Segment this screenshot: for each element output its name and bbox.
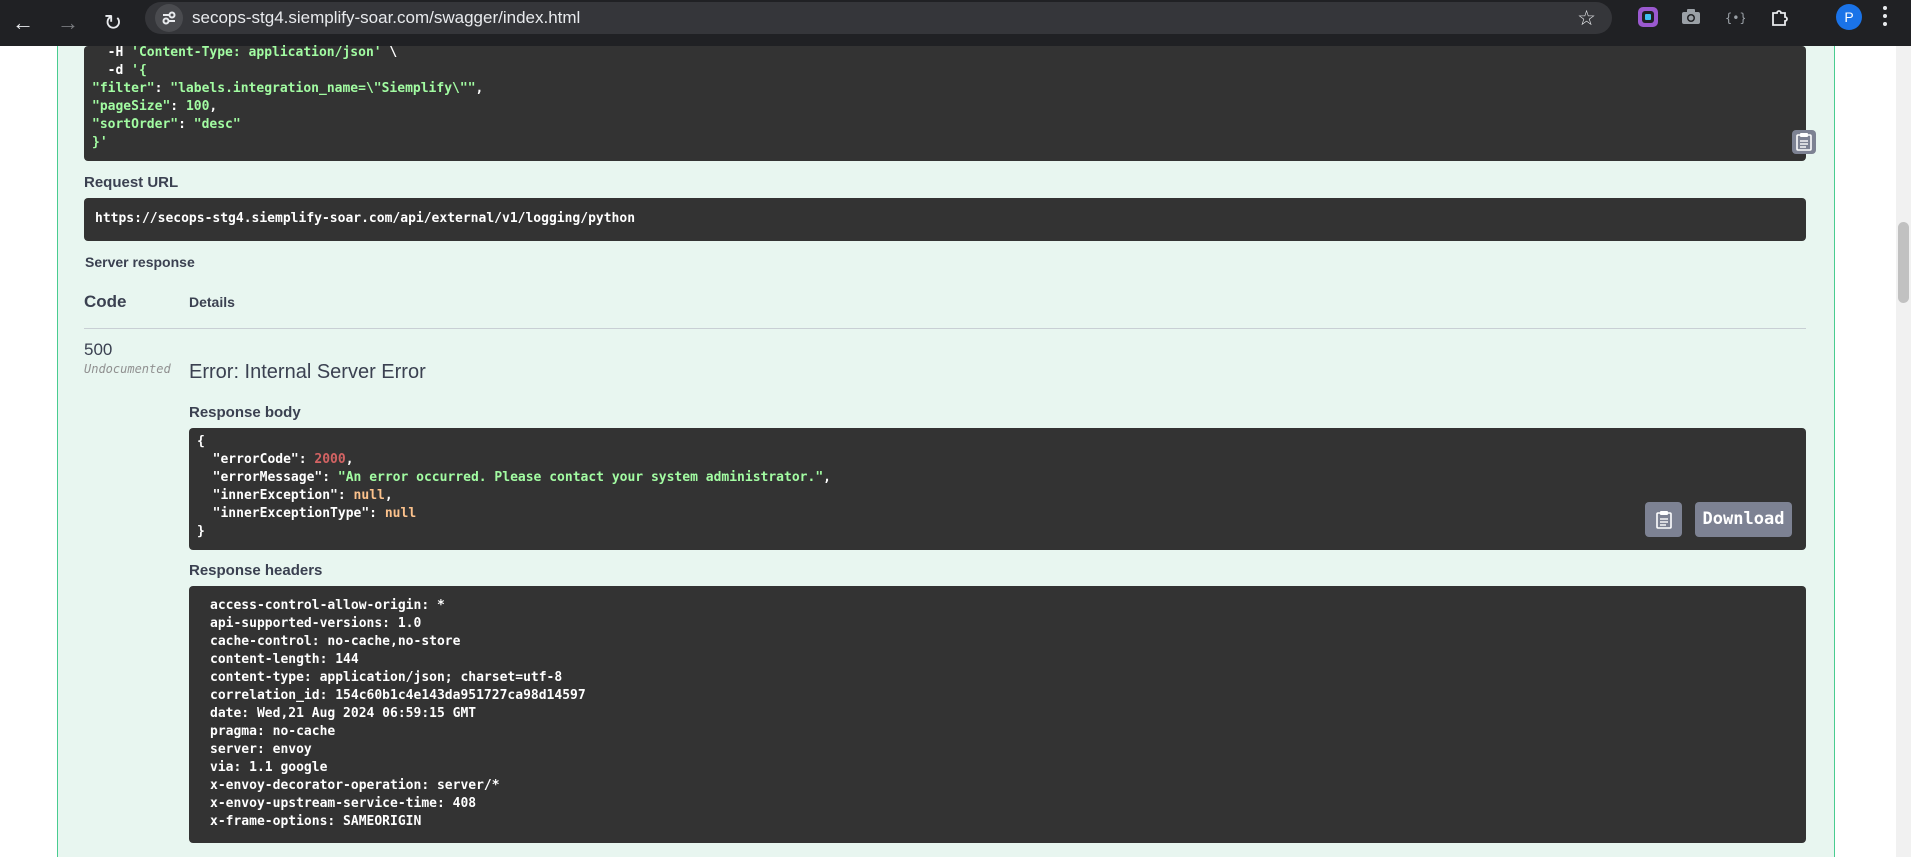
response-headers-label: Response headers [189,562,323,579]
code-column-header: Code [84,292,127,311]
reload-icon[interactable]: ↻ [98,8,128,38]
response-header-line: x-frame-options: SAMEORIGIN [210,814,422,829]
copy-curl-button[interactable] [1792,130,1816,154]
response-header-line: content-type: application/json; charset=… [210,670,563,685]
response-header-line: content-length: 144 [210,652,359,667]
browser-toolbar: ← → ↻ secops-stg4.siemplify-soar.com/swa… [0,0,1911,46]
copy-response-button[interactable] [1645,502,1682,537]
response-body-label: Response body [189,404,301,421]
response-header-line: server: envoy [210,742,312,757]
back-arrow-icon[interactable]: ← [8,8,38,38]
request-url-value: https://secops-stg4.siemplify-soar.com/a… [95,211,636,226]
profile-avatar[interactable]: P [1836,4,1862,30]
response-header-line: access-control-allow-origin: * [210,598,445,613]
request-url-label: Request URL [84,174,179,191]
response-header-line: via: 1.1 google [210,760,328,775]
clipboard-icon [1656,511,1672,529]
bookmark-star-icon[interactable]: ☆ [1577,6,1596,31]
extension-braces-icon[interactable]: {•} [1723,6,1747,28]
browser-menu-icon[interactable] [1883,6,1889,30]
response-code: 500 [84,340,113,359]
request-url-box: https://secops-stg4.siemplify-soar.com/a… [84,198,1806,241]
curl-command-block: -H 'Content-Type: application/json' \ -d… [84,45,1816,161]
response-header-line: pragma: no-cache [210,724,336,739]
header-divider [84,328,1806,329]
response-body-json: { "errorCode": 2000, "errorMessage": "An… [197,434,831,539]
server-response-label: Server response [85,254,195,270]
response-header-line: date: Wed,21 Aug 2024 06:59:15 GMT [210,706,477,721]
details-column-header: Details [189,294,235,310]
page-scrollbar[interactable] [1896,46,1911,857]
site-info-icon[interactable] [155,4,183,32]
svg-text:{•}: {•} [1725,11,1745,25]
forward-arrow-icon[interactable]: → [53,8,83,38]
address-bar[interactable]: secops-stg4.siemplify-soar.com/swagger/i… [145,2,1612,34]
error-title: Error: Internal Server Error [189,361,426,383]
download-button[interactable]: Download [1695,502,1792,537]
response-header-line: cache-control: no-cache,no-store [210,634,461,649]
camera-icon[interactable] [1680,6,1702,28]
response-headers-list: access-control-allow-origin: * api-suppor… [210,597,586,831]
scrollbar-thumb[interactable] [1898,222,1909,303]
undocumented-note: Undocumented [84,362,171,376]
response-header-line: x-envoy-decorator-operation: server/* [210,778,500,793]
response-header-line: api-supported-versions: 1.0 [210,616,422,631]
response-header-line: correlation_id: 154c60b1c4e143da951727ca… [210,688,586,703]
url-text[interactable]: secops-stg4.siemplify-soar.com/swagger/i… [192,8,580,28]
response-headers-block: access-control-allow-origin: * api-suppor… [189,586,1806,843]
curl-code: -H 'Content-Type: application/json' \ -d… [92,45,484,150]
response-body-block: { "errorCode": 2000, "errorMessage": "An… [189,428,1806,550]
response-header-line: x-envoy-upstream-service-time: 408 [210,796,477,811]
clipboard-icon [1796,133,1812,151]
color-extension-icon[interactable] [1637,6,1659,28]
operation-block-post: -H 'Content-Type: application/json' \ -d… [57,45,1835,857]
extensions-puzzle-icon[interactable] [1769,6,1791,28]
